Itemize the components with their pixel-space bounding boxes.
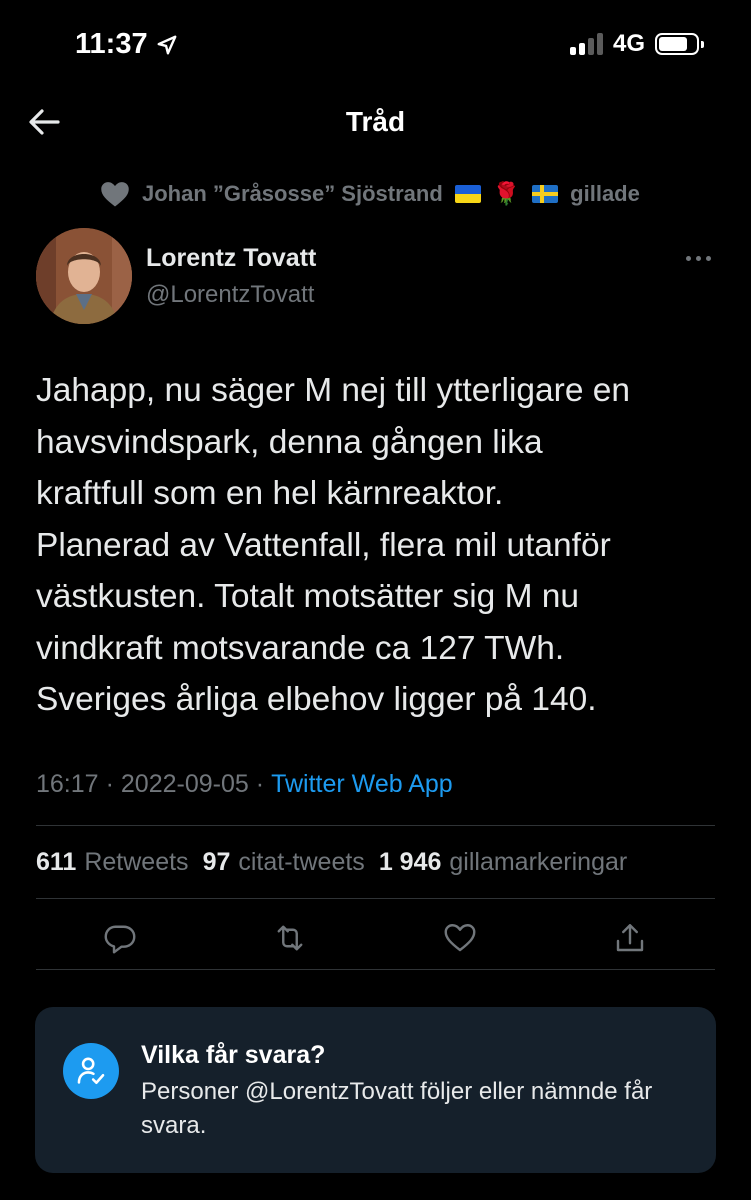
rose-icon: 🌹	[492, 181, 521, 206]
reply-icon	[104, 925, 136, 954]
status-time-text: 11:37	[75, 28, 148, 60]
social-action: gillade	[570, 181, 640, 206]
location-arrow-icon	[157, 35, 177, 54]
heart-icon	[101, 182, 129, 207]
ukraine-flag-icon	[454, 185, 481, 203]
page-title: Tråd	[345, 106, 406, 137]
likes-label: gillamarkeringar	[449, 848, 628, 876]
tweet-time: 16:17	[36, 770, 99, 798]
reply-restriction-card: Vilka får svara? Personer @LorentzTovatt…	[35, 1007, 716, 1173]
social-context[interactable]: Johan ”Gråsosse” Sjöstrand 🌹 gillade	[100, 180, 640, 208]
avatar-photo	[36, 228, 132, 324]
quotes-label: citat-tweets	[238, 848, 365, 876]
retweets-stat[interactable]: 611 Retweets	[36, 848, 189, 877]
share-icon	[616, 924, 644, 952]
action-bar	[36, 916, 715, 962]
more-options-icon[interactable]	[686, 252, 716, 264]
reply-button[interactable]	[102, 920, 138, 956]
like-button[interactable]	[442, 920, 478, 956]
tweet-meta: 16:17 · 2022-09-05 · Twitter Web App	[36, 770, 453, 799]
meta-separator: ·	[255, 770, 265, 798]
tweet-source-link[interactable]: Twitter Web App	[271, 770, 453, 799]
retweets-count: 611	[36, 848, 77, 876]
likes-stat[interactable]: 1 946 gillamarkeringar	[379, 848, 627, 877]
sweden-flag-icon	[532, 185, 559, 203]
share-button[interactable]	[612, 920, 648, 956]
quotes-count: 97	[202, 848, 231, 876]
tweet-text: Jahapp, nu säger M nej till ytterligare …	[36, 372, 631, 718]
status-indicators: 4G	[569, 30, 704, 58]
battery-icon	[655, 33, 704, 55]
retweet-icon	[277, 925, 303, 951]
likes-count: 1 946	[378, 848, 442, 876]
quotes-stat[interactable]: 97 citat-tweets	[203, 848, 365, 877]
signal-icon	[569, 33, 603, 55]
retweets-label: Retweets	[84, 848, 189, 876]
avatar[interactable]	[36, 228, 132, 324]
author-handle[interactable]: @LorentzTovatt	[146, 281, 314, 309]
reply-card-title: Vilka får svara?	[141, 1041, 326, 1069]
retweet-button[interactable]	[272, 920, 308, 956]
network-label: 4G	[612, 30, 645, 57]
author-name[interactable]: Lorentz Tovatt	[146, 244, 316, 273]
reply-card-body: Personer @LorentzTovatt följer eller näm…	[141, 1078, 653, 1139]
user-check-icon	[63, 1043, 119, 1099]
like-icon	[444, 924, 476, 952]
divider	[36, 969, 715, 970]
status-time: 11:37	[75, 28, 178, 61]
meta-separator: ·	[105, 770, 114, 798]
tweet-stats: 611 Retweets 97 citat-tweets 1 946 gillamar…	[36, 848, 627, 877]
divider	[36, 825, 715, 826]
liker-name: Johan ”Gråsosse” Sjöstrand	[142, 181, 443, 206]
divider	[36, 898, 715, 899]
tweet-date: 2022-09-05	[120, 770, 249, 798]
